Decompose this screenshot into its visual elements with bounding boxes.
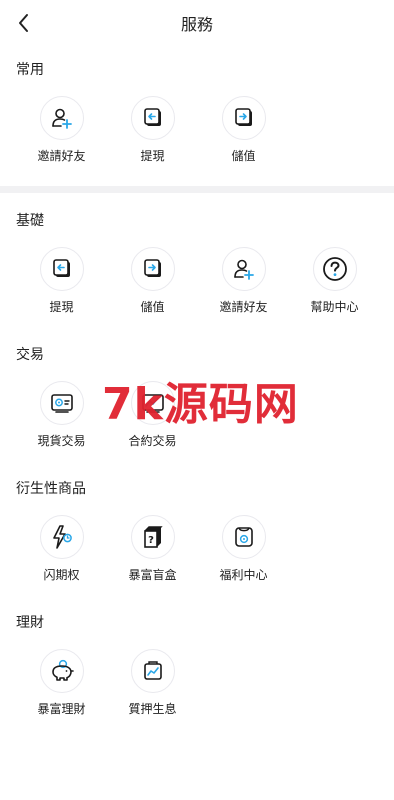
service-item-help-center[interactable]: 幫助中心	[289, 247, 380, 315]
service-item-flash-option[interactable]: 闪期权	[16, 515, 107, 583]
service-item-deposit[interactable]: 儲值	[107, 247, 198, 315]
item-label: 現貨交易	[37, 434, 86, 448]
section-title: 交易	[16, 347, 44, 363]
service-item-piggy-bank[interactable]: 暴富理財	[16, 649, 107, 717]
grid: 提現 儲值 邀請好友 幫助中心	[0, 247, 394, 315]
item-label: 暴富理財	[37, 702, 86, 716]
back-button[interactable]	[12, 10, 36, 36]
grid: 闪期权 ? 暴富盲盒 福利中心	[0, 515, 394, 583]
item-label: 儲值	[140, 300, 165, 314]
item-label: 闪期权	[43, 568, 80, 582]
item-label: 質押生息	[128, 702, 177, 716]
grid: 暴富理財 質押生息	[0, 649, 394, 717]
item-label: 幫助中心	[310, 300, 359, 314]
section-finance: 理財 暴富理財 質押生息	[0, 613, 394, 717]
section-title: 常用	[16, 62, 44, 78]
grid: 現貨交易 合約交易	[0, 381, 394, 449]
deposit-icon	[130, 247, 175, 291]
blind-box-icon: ?	[130, 515, 175, 559]
invite-friend-icon	[221, 247, 266, 291]
section-trading: 交易 現貨交易 合約交易	[0, 345, 394, 449]
svg-text:?: ?	[148, 535, 154, 546]
service-item-invite-friend[interactable]: 邀請好友	[16, 96, 107, 164]
page-title: 服務	[180, 15, 213, 34]
item-label: 合約交易	[128, 434, 177, 448]
section-common: 常用 邀請好友 提現 儲值	[0, 60, 394, 164]
section-title: 衍生性商品	[16, 481, 86, 497]
chevron-left-icon	[19, 14, 28, 32]
service-item-deposit[interactable]: 儲值	[198, 96, 289, 164]
flash-option-icon	[39, 515, 84, 559]
service-item-withdraw[interactable]: 提現	[107, 96, 198, 164]
welfare-center-icon	[221, 515, 266, 559]
spot-trading-icon	[39, 381, 84, 425]
item-label: 提現	[49, 300, 74, 314]
item-label: 邀請好友	[219, 300, 268, 314]
piggy-bank-icon	[39, 649, 84, 693]
item-label: 暴富盲盒	[128, 568, 177, 582]
item-label: 邀請好友	[37, 149, 86, 163]
service-item-staking[interactable]: 質押生息	[107, 649, 198, 717]
withdraw-icon	[130, 96, 175, 140]
contract-trading-icon	[130, 381, 175, 425]
service-item-welfare-center[interactable]: 福利中心	[198, 515, 289, 583]
invite-friend-icon	[39, 96, 84, 140]
withdraw-icon	[39, 247, 84, 291]
item-label: 福利中心	[219, 568, 268, 582]
section-title: 基礎	[16, 213, 44, 229]
service-item-blind-box[interactable]: ? 暴富盲盒	[107, 515, 198, 583]
service-item-invite-friend[interactable]: 邀請好友	[198, 247, 289, 315]
section-divider	[0, 186, 394, 193]
service-item-spot-trading[interactable]: 現貨交易	[16, 381, 107, 449]
section-basic: 基礎 提現 儲值 邀請好友 幫助中心	[0, 211, 394, 315]
section-title: 理財	[16, 615, 44, 631]
header: 服務	[0, 0, 394, 46]
item-label: 儲值	[231, 149, 256, 163]
deposit-icon	[221, 96, 266, 140]
service-item-contract-trading[interactable]: 合約交易	[107, 381, 198, 449]
section-derivatives: 衍生性商品 闪期权 ? 暴富盲盒 福利中心	[0, 479, 394, 583]
item-label: 提現	[140, 149, 165, 163]
service-item-withdraw[interactable]: 提現	[16, 247, 107, 315]
staking-icon	[130, 649, 175, 693]
help-center-icon	[312, 247, 357, 291]
grid: 邀請好友 提現 儲值	[0, 96, 394, 164]
